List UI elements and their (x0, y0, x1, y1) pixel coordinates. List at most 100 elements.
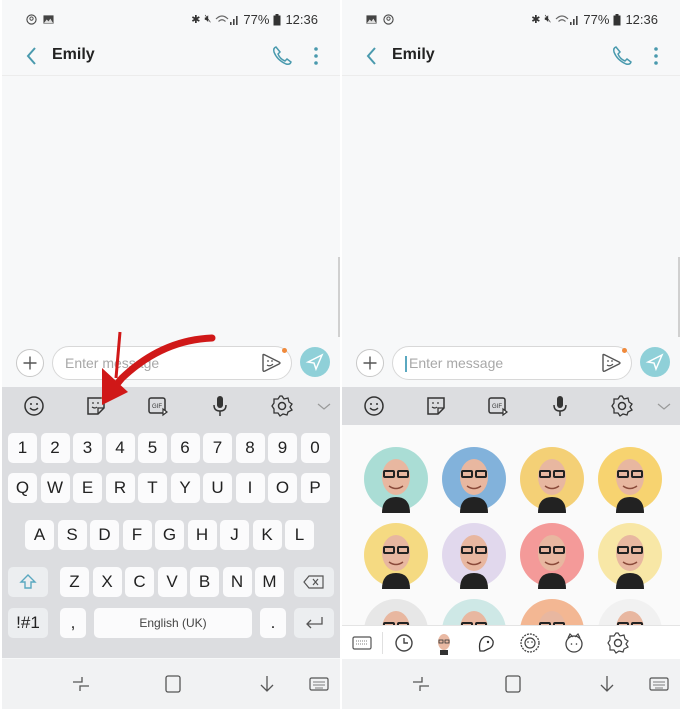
microphone-icon[interactable] (548, 394, 572, 418)
space-bar[interactable]: English (UK) (94, 608, 252, 638)
backspace-key[interactable] (294, 567, 334, 597)
navigation-bar (342, 659, 680, 709)
back-icon[interactable] (362, 45, 382, 67)
key-j[interactable]: J (220, 520, 249, 550)
key-0[interactable]: 0 (300, 433, 330, 463)
scrollbar[interactable] (338, 257, 340, 337)
add-attachment-icon[interactable] (16, 349, 44, 377)
key-n[interactable]: N (222, 567, 252, 597)
key-v[interactable]: V (157, 567, 187, 597)
key-b[interactable]: B (190, 567, 219, 597)
recent-apps-icon[interactable] (410, 675, 432, 693)
key-7[interactable]: 7 (203, 433, 232, 463)
gif-icon[interactable]: GIF (146, 394, 170, 418)
key-e[interactable]: E (73, 473, 102, 503)
sticker-settings-icon[interactable] (606, 631, 630, 655)
key-z[interactable]: Z (60, 567, 89, 597)
key-i[interactable]: I (235, 473, 265, 503)
key-g[interactable]: G (155, 520, 184, 550)
cat-icon[interactable] (562, 631, 586, 655)
message-field[interactable] (409, 353, 599, 373)
back-nav-icon[interactable] (256, 675, 278, 693)
dino-icon[interactable] (474, 631, 498, 655)
enter-key[interactable] (294, 608, 334, 638)
key-m[interactable]: M (255, 567, 284, 597)
keyboard-switch-icon[interactable] (308, 675, 330, 693)
my-emoji-icon[interactable] (432, 631, 456, 655)
key-4[interactable]: 4 (105, 433, 135, 463)
key-x[interactable]: X (92, 567, 122, 597)
sticker-face-icon[interactable] (599, 352, 623, 374)
more-options-icon[interactable] (650, 44, 662, 68)
sticker-icon[interactable] (424, 394, 448, 418)
key-3[interactable]: 3 (73, 433, 102, 463)
app-bar: Emily (2, 36, 340, 76)
settings-icon[interactable] (610, 394, 634, 418)
keyboard-icon[interactable] (350, 631, 374, 655)
settings-icon[interactable] (270, 394, 294, 418)
key-8[interactable]: 8 (235, 433, 265, 463)
back-nav-icon[interactable] (596, 675, 618, 693)
keyboard-switch-icon[interactable] (648, 675, 670, 693)
more-options-icon[interactable] (310, 44, 322, 68)
lion-icon[interactable] (518, 631, 542, 655)
collapse-keyboard-icon[interactable] (312, 394, 336, 418)
add-attachment-icon[interactable] (356, 349, 384, 377)
recent-icon[interactable] (392, 631, 416, 655)
key-o[interactable]: O (268, 473, 297, 503)
home-icon[interactable] (502, 675, 524, 693)
key-5[interactable]: 5 (138, 433, 167, 463)
key-h[interactable]: H (187, 520, 217, 550)
key-s[interactable]: S (57, 520, 87, 550)
symbols-key[interactable]: !#1 (8, 608, 48, 638)
back-icon[interactable] (22, 45, 42, 67)
sticker-star[interactable] (594, 521, 666, 589)
key-q[interactable]: Q (8, 473, 37, 503)
emoji-icon[interactable] (22, 394, 46, 418)
sticker-wave-clouds[interactable] (438, 445, 510, 513)
key-u[interactable]: U (203, 473, 232, 503)
gif-icon[interactable]: GIF (486, 394, 510, 418)
home-icon[interactable] (162, 675, 184, 693)
signal-icon (215, 14, 239, 25)
collapse-keyboard-icon[interactable] (652, 394, 676, 418)
key-y[interactable]: Y (170, 473, 200, 503)
key-1[interactable]: 1 (8, 433, 37, 463)
shift-key[interactable] (8, 567, 48, 597)
send-icon[interactable] (640, 347, 670, 377)
send-icon[interactable] (300, 347, 330, 377)
sticker-laughing-spiral[interactable] (360, 445, 432, 513)
message-input[interactable] (52, 346, 292, 380)
key-9[interactable]: 9 (268, 433, 297, 463)
sticker-pray[interactable] (360, 521, 432, 589)
sticker-rainbow[interactable] (516, 445, 588, 513)
key-k[interactable]: K (252, 520, 282, 550)
key-2[interactable]: 2 (40, 433, 70, 463)
sticker-heart[interactable] (438, 521, 510, 589)
message-input[interactable] (392, 346, 632, 380)
key-r[interactable]: R (105, 473, 135, 503)
phone-icon[interactable] (270, 44, 294, 68)
comma-key[interactable]: , (60, 608, 86, 638)
key-p[interactable]: P (300, 473, 330, 503)
key-6[interactable]: 6 (170, 433, 200, 463)
period-key[interactable]: . (260, 608, 286, 638)
recent-apps-icon[interactable] (70, 675, 92, 693)
phone-icon[interactable] (610, 44, 634, 68)
key-f[interactable]: F (122, 520, 152, 550)
microphone-icon[interactable] (208, 394, 232, 418)
sticker-kiss[interactable] (516, 521, 588, 589)
sticker-face-icon[interactable] (259, 352, 283, 374)
divider (382, 632, 383, 654)
key-t[interactable]: T (138, 473, 167, 503)
key-a[interactable]: A (25, 520, 54, 550)
signal-icon (555, 14, 579, 25)
sticker-icon[interactable] (84, 394, 108, 418)
emoji-icon[interactable] (362, 394, 386, 418)
key-c[interactable]: C (125, 567, 154, 597)
key-l[interactable]: L (285, 520, 314, 550)
message-field[interactable] (65, 353, 255, 373)
key-d[interactable]: D (90, 520, 119, 550)
sticker-ok[interactable] (594, 445, 666, 513)
key-w[interactable]: W (40, 473, 70, 503)
